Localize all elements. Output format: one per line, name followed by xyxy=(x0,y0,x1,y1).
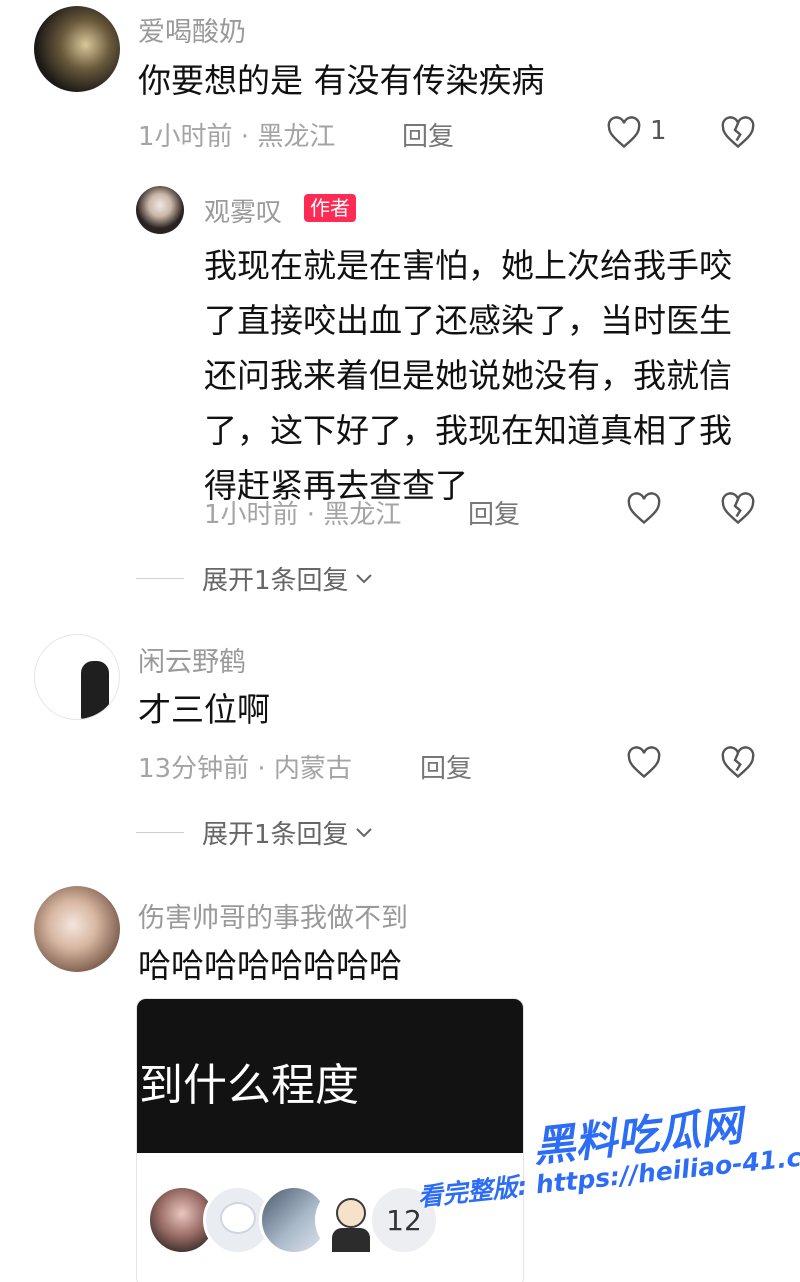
expand-replies-button[interactable]: 展开1条回复 xyxy=(136,560,375,597)
reply-meta: 1小时前 · 黑龙江 xyxy=(204,500,402,530)
reply-text: 我现在就是在害怕，她上次给我手咬 了直接咬出血了还感染了，当时医生 还问我来着但… xyxy=(204,238,732,513)
reply-text-line: 了，这下好了，我现在知道真相了我 xyxy=(204,411,732,450)
comment-meta: 1小时前 · 黑龙江 xyxy=(138,122,336,152)
avatar-figure xyxy=(81,661,109,719)
comment-text: 你要想的是 有没有传染疾病 xyxy=(138,61,545,100)
reply-username[interactable]: 观雾叹 xyxy=(204,192,282,229)
avatar[interactable] xyxy=(136,186,184,234)
comment-meta: 13分钟前 · 内蒙古 xyxy=(138,754,352,784)
author-badge: 作者 xyxy=(304,194,356,222)
comment-text: 才三位啊 xyxy=(138,690,270,729)
chevron-down-icon xyxy=(355,827,372,837)
reply-button[interactable]: 回复 xyxy=(402,116,454,153)
reply-text-line: 了直接咬出血了还感染了，当时医生 xyxy=(204,301,732,340)
card-title: 到什么程度 xyxy=(139,1060,359,1111)
avatar-figure xyxy=(336,1198,366,1228)
comment-username[interactable]: 闲云野鹤 xyxy=(138,640,246,679)
avatar[interactable] xyxy=(34,634,120,720)
reply-button[interactable]: 回复 xyxy=(468,494,520,531)
broken-heart-icon[interactable] xyxy=(720,116,756,150)
avatar-figure xyxy=(332,1228,370,1252)
reply-text-line: 我现在就是在害怕，她上次给我手咬 xyxy=(204,246,732,285)
heart-outline-icon[interactable] xyxy=(626,746,662,780)
expand-label: 展开1条回复 xyxy=(202,566,349,596)
expand-label: 展开1条回复 xyxy=(202,820,349,850)
broken-heart-icon[interactable] xyxy=(720,492,756,526)
avatar[interactable] xyxy=(34,6,120,92)
divider xyxy=(136,578,184,579)
card-header: 到什么程度 xyxy=(137,999,523,1153)
avatar-figure xyxy=(220,1202,256,1234)
broken-heart-icon[interactable] xyxy=(720,746,756,780)
expand-replies-button[interactable]: 展开1条回复 xyxy=(136,814,375,851)
shared-card[interactable]: 到什么程度 12 xyxy=(136,998,524,1282)
comment-username[interactable]: 伤害帅哥的事我做不到 xyxy=(138,896,408,935)
like-count: 1 xyxy=(650,116,667,146)
avatar[interactable] xyxy=(34,886,120,972)
chevron-down-icon xyxy=(355,573,372,583)
divider xyxy=(136,832,184,833)
heart-outline-icon[interactable] xyxy=(606,116,642,150)
heart-outline-icon[interactable] xyxy=(626,492,662,526)
reply-button[interactable]: 回复 xyxy=(420,748,472,785)
reply-text-line: 还问我来着但是她说她没有，我就信 xyxy=(204,356,732,395)
comment-text: 哈哈哈哈哈哈哈哈 xyxy=(138,946,402,985)
comment-username[interactable]: 爱喝酸奶 xyxy=(138,10,246,49)
